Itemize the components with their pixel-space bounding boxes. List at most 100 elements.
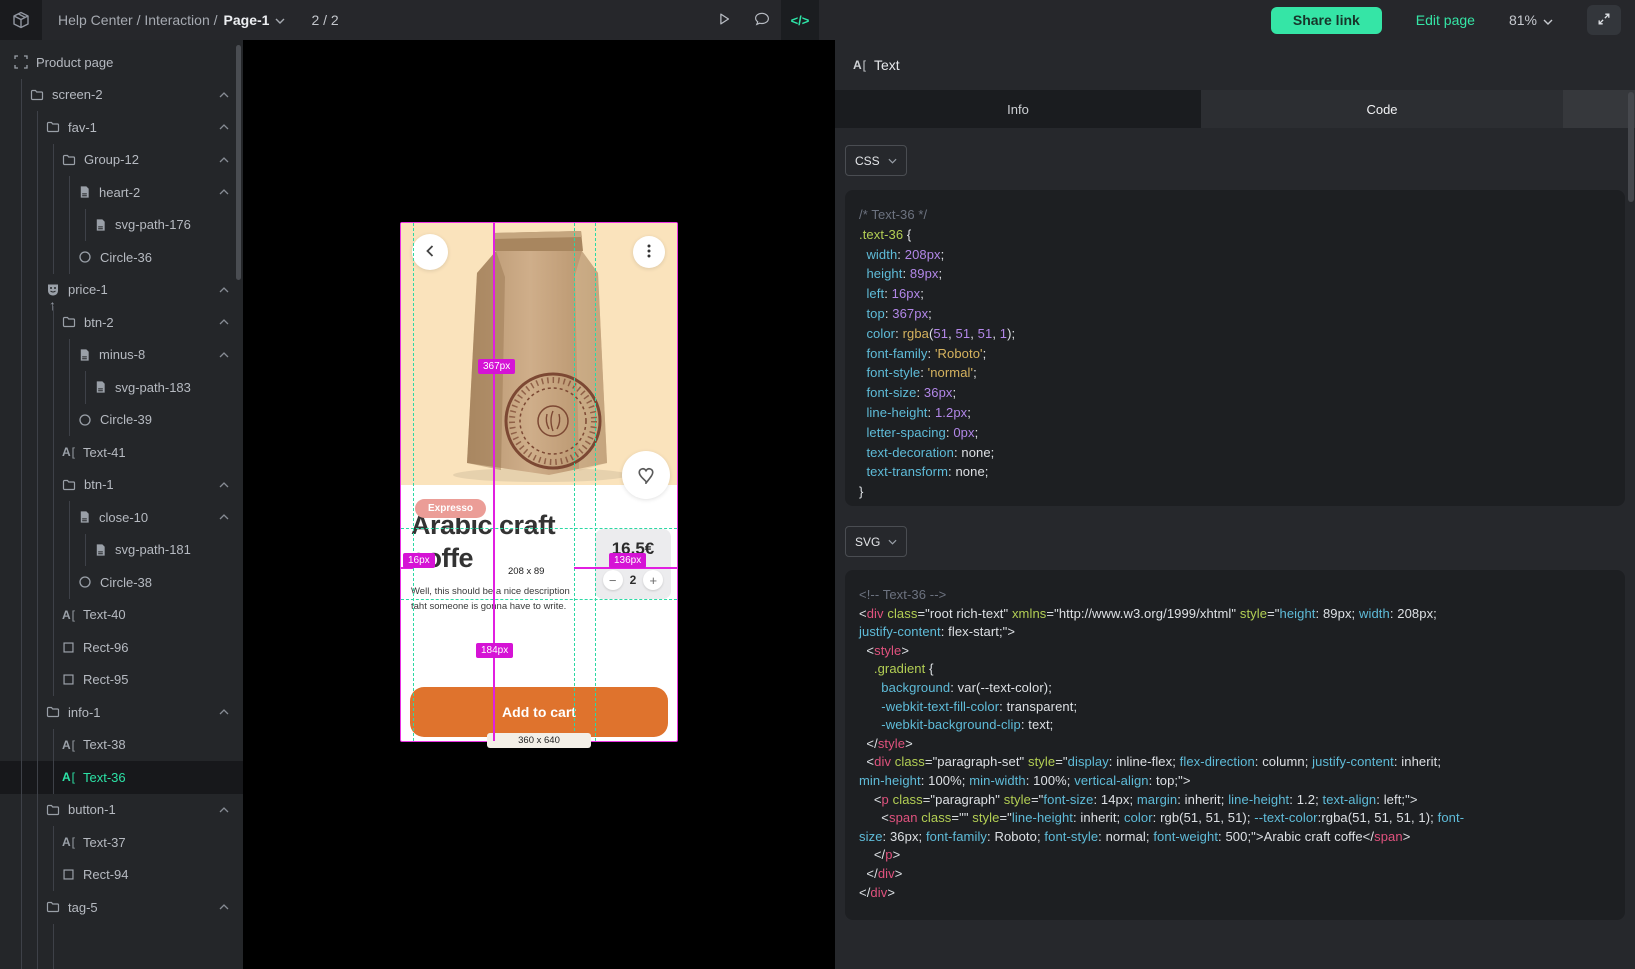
tree-indent-guide — [21, 924, 22, 969]
chevron-up-icon[interactable] — [219, 514, 229, 520]
layer-row-circle-36[interactable]: Circle-36 — [0, 241, 243, 274]
back-button[interactable] — [412, 234, 448, 270]
panel-scrollbar[interactable] — [1628, 92, 1634, 202]
fullscreen-button[interactable] — [1587, 5, 1621, 35]
layer-label: Circle-39 — [100, 412, 152, 427]
layer-row-rect-95[interactable]: Rect-95 — [0, 664, 243, 697]
layer-row-svg-path-176[interactable]: svg-path-176 — [0, 209, 243, 242]
layer-label: Text-36 — [83, 770, 126, 785]
minus-button[interactable]: − — [603, 570, 623, 590]
layer-row-info-1[interactable]: info-1 — [0, 696, 243, 729]
layer-row-text-41[interactable]: A[Text-41 — [0, 436, 243, 469]
chevron-up-icon[interactable] — [219, 807, 229, 813]
svg-language-dropdown[interactable]: SVG — [845, 526, 907, 557]
preview-play-button[interactable] — [705, 0, 743, 40]
layer-row-price-1[interactable]: price-1 — [0, 274, 243, 307]
share-link-button[interactable]: Share link — [1271, 7, 1382, 34]
tree-indent-guide — [37, 729, 38, 762]
layer-row-btn-2[interactable]: ↑btn-2 — [0, 306, 243, 339]
tree-indent-guide — [37, 469, 38, 502]
edit-page-link[interactable]: Edit page — [1416, 12, 1475, 28]
chevron-up-icon[interactable] — [219, 157, 229, 163]
tree-indent-guide — [21, 631, 22, 664]
app-logo-icon[interactable] — [0, 0, 42, 40]
canvas[interactable]: Expresso Arabic craft coffe 208 x 89 16.… — [243, 40, 835, 969]
layer-row-svg-path-183[interactable]: svg-path-183 — [0, 371, 243, 404]
chevron-up-icon[interactable] — [219, 709, 229, 715]
css-language-dropdown[interactable]: CSS — [845, 145, 907, 176]
layer-row-heart-2[interactable]: heart-2 — [0, 176, 243, 209]
tree-indent-guide — [21, 274, 22, 307]
sidebar-scrollbar[interactable] — [236, 45, 241, 280]
chevron-up-icon[interactable] — [219, 482, 229, 488]
plus-button[interactable]: + — [643, 570, 663, 590]
layer-row-close-10[interactable]: close-10 — [0, 501, 243, 534]
tree-indent-guide — [53, 339, 54, 372]
layer-row-text-38[interactable]: A[Text-38 — [0, 729, 243, 762]
product-tag[interactable]: Expresso — [415, 499, 486, 518]
layer-row-screen-2[interactable]: screen-2 — [0, 79, 243, 112]
favorite-button[interactable] — [622, 451, 670, 499]
comments-button[interactable] — [743, 0, 781, 40]
layer-row-circle-39[interactable]: Circle-39 — [0, 404, 243, 437]
breadcrumb-current-page[interactable]: Page-1 — [224, 12, 270, 28]
code-line: <style> — [859, 642, 1611, 661]
layer-row-svg-path-181[interactable]: svg-path-181 — [0, 534, 243, 567]
layer-row-group-12[interactable]: Group-12 — [0, 144, 243, 177]
quantity-value: 2 — [630, 573, 637, 587]
css-code-block[interactable]: /* Text-36 */.text-36 { width: 208px; he… — [845, 190, 1625, 506]
zoom-control[interactable]: 81% — [1509, 12, 1553, 28]
topbar-actions: Share link Edit page 81% — [1271, 0, 1621, 40]
code-line: .text-36 { — [859, 225, 1611, 245]
layer-row-text-36[interactable]: A[Text-36 — [0, 761, 243, 794]
tree-indent-guide — [53, 924, 54, 969]
layer-row-btn-1[interactable]: btn-1 — [0, 469, 243, 502]
dropdown-value: SVG — [855, 535, 880, 549]
tree-indent-guide — [37, 371, 38, 404]
chevron-up-icon[interactable] — [219, 92, 229, 98]
folder-layer-icon — [46, 705, 60, 719]
layer-row-text-40[interactable]: A[Text-40 — [0, 599, 243, 632]
tree-indent-guide — [21, 696, 22, 729]
design-frame[interactable]: Expresso Arabic craft coffe 208 x 89 16.… — [400, 222, 678, 742]
layer-row-tag-5[interactable]: tag-5 — [0, 891, 243, 924]
layer-row-product-page[interactable]: Product page — [0, 46, 243, 79]
tab-info[interactable]: Info — [835, 90, 1201, 128]
product-image-section[interactable] — [401, 223, 677, 485]
layer-row-circle-38[interactable]: Circle-38 — [0, 566, 243, 599]
tree-indent-guide — [37, 566, 38, 599]
tree-indent-guide — [53, 469, 54, 502]
chevron-down-icon[interactable] — [275, 18, 285, 24]
chevron-up-icon[interactable] — [219, 319, 229, 325]
chevron-up-icon[interactable] — [219, 189, 229, 195]
add-to-cart-button[interactable]: Add to cart — [410, 687, 668, 737]
more-options-button[interactable] — [633, 236, 665, 268]
chevron-up-icon[interactable] — [219, 287, 229, 293]
chevron-up-icon[interactable] — [219, 124, 229, 130]
product-title[interactable]: Arabic craft coffe — [411, 509, 583, 575]
layer-row-fav-1[interactable]: fav-1 — [0, 111, 243, 144]
file-layer-icon — [78, 510, 91, 524]
chevron-up-icon[interactable] — [219, 352, 229, 358]
quantity-stepper: − 2 + — [595, 570, 671, 590]
interaction-arrow-icon: ↑ — [49, 298, 56, 312]
expand-arrows-icon — [1597, 12, 1611, 29]
guide-line — [401, 528, 677, 529]
chevron-up-icon[interactable] — [219, 904, 229, 910]
layer-row-button-1[interactable]: button-1 — [0, 794, 243, 827]
chevron-down-icon — [1543, 12, 1553, 28]
layer-label: Rect-96 — [83, 640, 129, 655]
layer-row-rect-94[interactable]: Rect-94 — [0, 859, 243, 892]
code-mode-button[interactable]: </> — [781, 0, 819, 40]
svg-code-block[interactable]: <!-- Text-36 --><div class="root rich-te… — [845, 570, 1625, 920]
guide-line — [413, 223, 414, 741]
layer-row-rect-96[interactable]: Rect-96 — [0, 631, 243, 664]
code-line: -webkit-background-clip: text; — [859, 716, 1611, 735]
breadcrumb[interactable]: Help Center / Interaction / Page-1 — [58, 12, 285, 28]
code-line: <p class="paragraph" style="font-size: 1… — [859, 791, 1611, 810]
layer-row-minus-8[interactable]: minus-8 — [0, 339, 243, 372]
rect-layer-icon — [62, 673, 75, 686]
layer-row-text-37[interactable]: A[Text-37 — [0, 826, 243, 859]
tree-indent-guide — [53, 761, 54, 794]
tab-code[interactable]: Code — [1201, 90, 1563, 128]
